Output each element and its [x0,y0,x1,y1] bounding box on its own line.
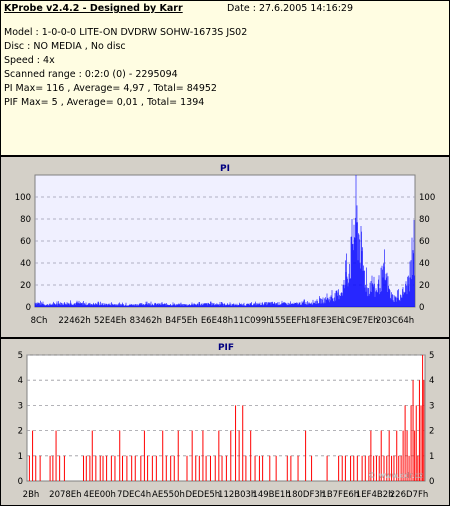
pi-y-tick-label-left: 40 [20,259,31,269]
pif-x-tick-label: 112B03h [218,490,256,500]
scanned-range-line: Scanned range : 0:2:0 (0) - 2295094 [4,69,178,80]
pi-y-tick-label-left: 60 [20,237,31,247]
pif-y-tick-label-left: 5 [18,351,23,361]
pif-chart-panel: PIF 0 0 1 1 2 2 3 3 4 4 5 5 2Bh 2078Eh 4EE00h 7DEC4h AE55… [0,338,450,506]
pif-x-tick-label: 149BE1h [252,490,290,500]
pif-y-tick-label-left: 4 [18,376,23,386]
pi-x-tick-label: 22462h [58,316,90,326]
pif-x-tick-label: 7DEC4h [117,490,151,500]
pi-x-tick-label: 11C099h [233,316,271,326]
pif-y-tick-label-right: 2 [429,427,434,437]
pif-x-tick-label: 180DF3h [287,490,325,500]
pi-y-tick-label-right: 20 [419,281,430,291]
pi-y-tick-label-right: 40 [419,259,430,269]
pi-x-tick-label: 18FE3Eh [305,316,342,326]
pi-x-tick-label: B4F5Eh [165,316,197,326]
pif-x-tick-label: 1EF4B2h [356,490,394,500]
pi-x-tick-label: 203C64h [376,316,414,326]
pif-x-tick-label: DEDE5h [185,490,220,500]
pif-y-tick-label-right: 1 [429,452,434,462]
pi-y-tick-label-left: 0 [26,303,31,313]
pif-y-tick-label-left: 0 [18,477,23,487]
pi-chart: PI 0 0 20 20 40 40 60 60 80 80 100 100 8Ch 22462h 52E4E… [15,164,435,326]
pif-chart: PIF 0 0 1 1 2 2 3 3 4 4 5 5 2Bh 2078Eh 4EE00h 7DEC4h AE55… [18,343,435,500]
pif-x-tick-label: 4EE00h [84,490,116,500]
scan-date: Date : 27.6.2005 14:16:29 [227,3,353,14]
pif-chart-title: PIF [218,343,234,353]
pi-y-tick-label-left: 80 [20,215,31,225]
pif-x-tick-label: 2Bh [23,490,40,500]
pif-y-tick-label-left: 3 [18,401,23,411]
pi-x-tick-label: 52E4Eh [94,316,126,326]
pi-x-tick-label: 155EEFh [270,316,307,326]
pif-y-tick-label-left: 1 [18,452,23,462]
pif-y-tick-label-right: 0 [429,477,434,487]
pif-x-tick-label: 226D7Fh [390,490,428,500]
pi-chart-title: PI [220,164,230,174]
pi-y-tick-label-right: 0 [419,303,424,313]
pif-y-tick-label-left: 2 [18,427,23,437]
disc-line: Disc : NO MEDIA , No disc [4,41,126,52]
watermark-text: © www.cdr.cz [368,471,423,480]
pif-y-tick-label-right: 3 [429,401,434,411]
model-line: Model : 1-0-0-0 LITE-ON DVDRW SOHW-1673S… [4,27,248,38]
app-title: KProbe v2.4.2 - Designed by Karr [4,3,183,14]
pif-y-tick-label-right: 4 [429,376,434,386]
pif-x-tick-label: 2078Eh [49,490,81,500]
pi-y-tick-label-left: 20 [20,281,31,291]
pif-x-tick-label: 1B7FE6h [321,490,359,500]
pi-y-tick-label-right: 80 [419,215,430,225]
info-panel: KProbe v2.4.2 - Designed by Karr Date : … [0,0,450,156]
pif-summary-line: PIF Max= 5 , Average= 0,01 , Total= 1394 [4,97,205,108]
pi-y-tick-label-left: 100 [15,193,31,203]
pif-x-tick-label: AE550h [152,490,185,500]
pi-x-tick-label: E6E48h [201,316,233,326]
pi-x-tick-label: 1C9E7Eh [340,316,378,326]
pi-x-tick-label: 83462h [130,316,162,326]
pi-x-tick-label: 8Ch [31,316,48,326]
pif-y-tick-label-right: 5 [429,351,434,361]
pi-summary-line: PI Max= 116 , Average= 4,97 , Total= 849… [4,83,217,94]
pi-y-tick-label-right: 60 [419,237,430,247]
pi-chart-panel: PI 0 0 20 20 40 40 60 60 80 80 100 100 8Ch 22462h 52E4E… [0,156,450,338]
speed-line: Speed : 4x [4,55,55,66]
pi-y-tick-label-right: 100 [419,193,435,203]
